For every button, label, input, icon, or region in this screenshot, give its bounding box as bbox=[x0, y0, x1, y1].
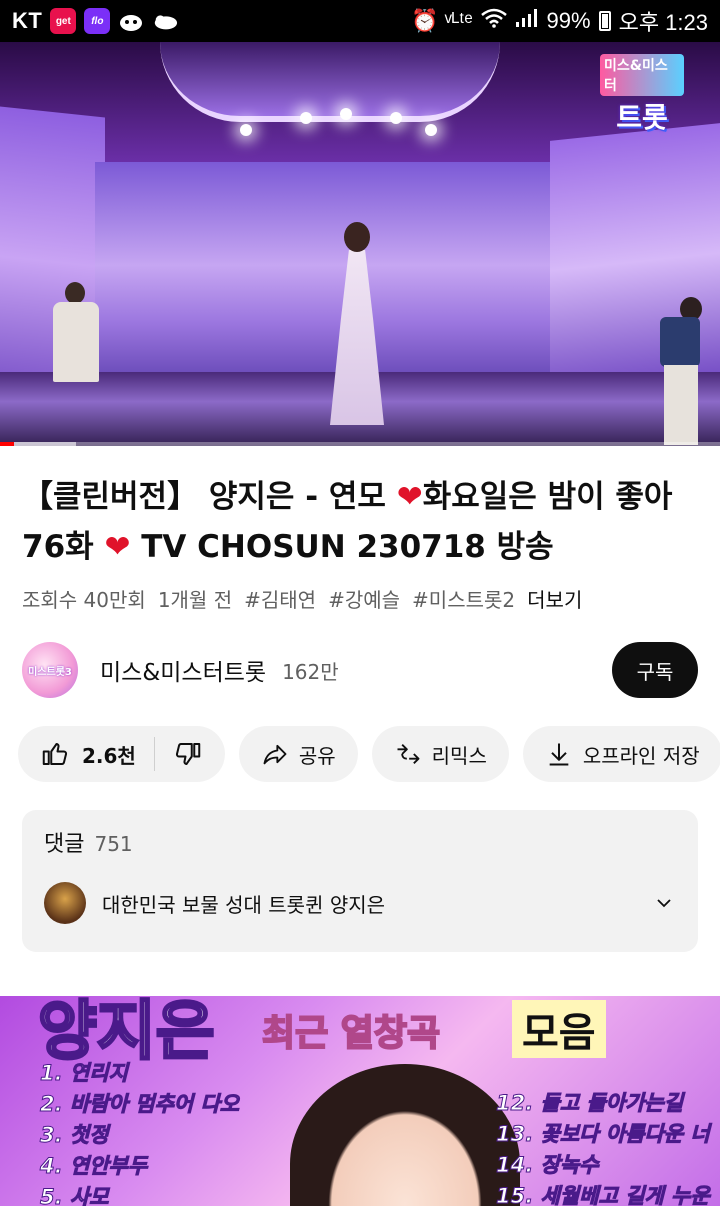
song-item: 14. 장녹수 bbox=[496, 1153, 599, 1178]
thumb-subtitle: 최근 열창곡 bbox=[261, 1012, 441, 1055]
game-notification-icon bbox=[118, 8, 144, 34]
wifi-icon bbox=[480, 8, 507, 34]
get-app-icon: get bbox=[50, 8, 77, 34]
stage-light bbox=[390, 112, 402, 124]
logo-line2: 트롯 bbox=[616, 101, 668, 134]
singer bbox=[322, 222, 392, 427]
battery-percent: 99% bbox=[546, 8, 591, 33]
comments-teaser[interactable]: 댓글 751 대한민국 보물 성대 트롯퀸 양지은 bbox=[22, 810, 698, 952]
song-item: 5. 사모 bbox=[39, 1185, 109, 1206]
alarm-and-volte-icons: ⏰ ᵛᴸᵗᵉ bbox=[411, 8, 473, 33]
stage-light bbox=[340, 108, 352, 120]
remix-label: 리믹스 bbox=[431, 743, 487, 768]
channel-row[interactable]: 미스트롯3 미스&미스터트롯 162만 구독 bbox=[22, 642, 698, 698]
song-item: 4. 연안부두 bbox=[39, 1154, 148, 1179]
stage-ceiling bbox=[160, 42, 500, 122]
upload-age: 1개월 전 bbox=[157, 588, 233, 612]
video-meta[interactable]: 조회수 40만회 1개월 전 #김태연 #강예슬 #미스트롯2 더보기 bbox=[22, 584, 582, 613]
action-bar: 2.6천 공유 리믹스 오프라인 저장 bbox=[18, 726, 720, 782]
remix-icon bbox=[397, 744, 420, 764]
avatar-logo-text: 미스트롯3 bbox=[28, 666, 72, 678]
progress-played bbox=[0, 442, 14, 446]
bowing-man bbox=[650, 297, 720, 446]
channel-avatar[interactable]: 미스트롯3 bbox=[22, 642, 78, 698]
title-text: 【클린버전】 양지은 - 연모 bbox=[22, 479, 397, 515]
song-item: 1. 연리지 bbox=[39, 1061, 128, 1086]
signal-icon bbox=[515, 8, 539, 34]
heart-icon: ❤ bbox=[104, 529, 131, 565]
like-count: 2.6천 bbox=[82, 743, 136, 768]
song-item: 12. 돌고 돌아가는길 bbox=[496, 1091, 684, 1116]
battery-icon bbox=[598, 11, 611, 31]
subscriber-count: 162만 bbox=[282, 659, 339, 684]
chip-divider bbox=[153, 737, 155, 771]
video-player[interactable]: 미스&미스터 트롯 bbox=[0, 42, 720, 446]
next-video-thumbnail[interactable]: 양지은 최근 열창곡 모음 1. 연리지 2. 바람아 멈추어 다오 3. 첫정… bbox=[0, 996, 720, 1206]
thumbs-up-icon bbox=[42, 743, 68, 765]
stage-light bbox=[300, 112, 312, 124]
dislike-button[interactable] bbox=[173, 739, 203, 769]
logo-line1: 미스&미스터 bbox=[600, 54, 684, 96]
remix-button[interactable]: 리믹스 bbox=[371, 726, 509, 782]
singer-portrait bbox=[290, 1064, 520, 1206]
video-title[interactable]: 【클린버전】 양지은 - 연모 ❤화요일은 밤이 좋아 76화 ❤ TV CHO… bbox=[22, 472, 702, 572]
share-button[interactable]: 공유 bbox=[238, 726, 358, 782]
download-label: 오프라인 저장 bbox=[582, 743, 700, 768]
commenter-avatar bbox=[44, 882, 86, 924]
share-label: 공유 bbox=[298, 743, 336, 768]
carrier-label: KT bbox=[12, 8, 43, 33]
like-button[interactable]: 2.6천 bbox=[40, 739, 136, 769]
top-comment-text: 대한민국 보물 성대 트롯퀸 양지은 bbox=[102, 892, 386, 917]
view-count: 조회수 40만회 bbox=[22, 588, 146, 612]
download-icon bbox=[549, 743, 569, 766]
hashtag[interactable]: #강예슬 bbox=[328, 584, 400, 613]
song-item: 3. 첫정 bbox=[39, 1123, 109, 1148]
seated-man bbox=[45, 282, 105, 382]
chevron-down-icon[interactable] bbox=[652, 891, 676, 915]
broadcast-logo: 미스&미스터 트롯 bbox=[600, 54, 684, 134]
thumb-box-label: 모음 bbox=[512, 1000, 606, 1058]
share-icon bbox=[263, 744, 287, 765]
thumbs-down-icon bbox=[175, 743, 201, 765]
cloud-notification-icon bbox=[152, 8, 178, 34]
hashtag[interactable]: #김태연 bbox=[244, 584, 316, 613]
comments-label: 댓글 bbox=[44, 832, 85, 857]
status-bar: KT get flo ⏰ ᵛᴸᵗᵉ 99% 오후 1:23 bbox=[0, 0, 720, 42]
subscribe-button[interactable]: 구독 bbox=[612, 642, 698, 698]
heart-icon: ❤ bbox=[396, 479, 423, 515]
song-list-right: 12. 돌고 돌아가는길 13. 꽃보다 아름다운 너 14. 장녹수 15. … bbox=[496, 1088, 711, 1206]
hashtag[interactable]: #미스트롯2 bbox=[412, 584, 515, 613]
like-dislike-chip: 2.6천 bbox=[18, 726, 225, 782]
stage-light bbox=[425, 124, 437, 136]
stage-light bbox=[240, 124, 252, 136]
channel-name[interactable]: 미스&미스터트롯 bbox=[100, 653, 266, 687]
clock: 오후 1:23 bbox=[618, 10, 708, 35]
download-button[interactable]: 오프라인 저장 bbox=[522, 726, 720, 782]
flo-app-icon: flo bbox=[84, 8, 111, 34]
song-list-left: 1. 연리지 2. 바람아 멈추어 다오 3. 첫정 4. 연안부두 5. 사모 bbox=[39, 1058, 240, 1206]
song-item: 13. 꽃보다 아름다운 너 bbox=[496, 1122, 711, 1147]
title-text: TV CHOSUN 230718 방송 bbox=[130, 529, 554, 565]
song-item: 15. 세월베고 길게 누운 bbox=[496, 1184, 711, 1206]
song-item: 2. 바람아 멈추어 다오 bbox=[39, 1092, 240, 1117]
video-progress-bar[interactable] bbox=[0, 442, 720, 446]
comments-count: 751 bbox=[94, 832, 133, 856]
more-link[interactable]: 더보기 bbox=[527, 584, 582, 613]
